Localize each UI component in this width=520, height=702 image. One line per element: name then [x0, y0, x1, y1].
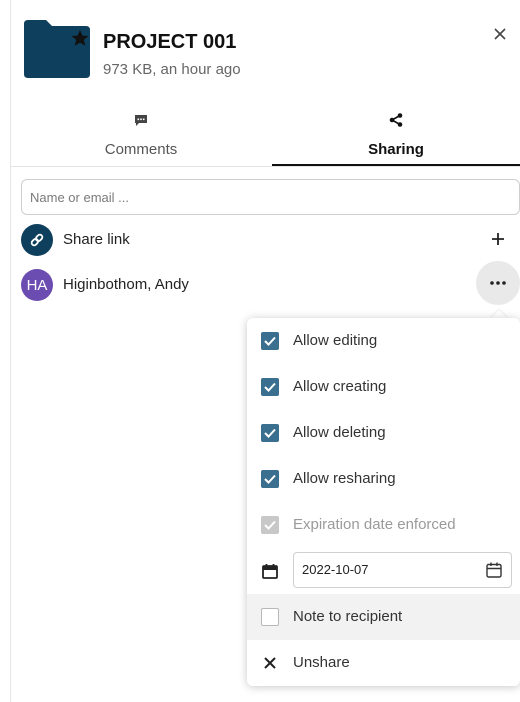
check-icon: [264, 428, 276, 438]
tab-sharing-label: Sharing: [368, 141, 424, 158]
sidebar-tabs: Comments Sharing: [10, 104, 520, 166]
menu-item-allow-creating[interactable]: Allow creating: [247, 364, 520, 410]
date-picker-icon[interactable]: [485, 561, 503, 579]
allow-deleting-checkbox[interactable]: [261, 424, 279, 442]
link-icon: [30, 233, 44, 247]
check-icon: [264, 474, 276, 484]
allow-creating-checkbox[interactable]: [261, 378, 279, 396]
share-link-row: Share link: [21, 223, 520, 257]
check-icon: [264, 520, 276, 530]
menu-item-allow-editing[interactable]: Allow editing: [247, 318, 520, 364]
allow-creating-label: Allow creating: [293, 378, 387, 395]
menu-item-allow-resharing[interactable]: Allow resharing: [247, 456, 520, 502]
tabs-divider: [10, 166, 520, 167]
share-options-button[interactable]: [476, 261, 520, 305]
close-icon: [494, 28, 506, 40]
check-icon: [264, 336, 276, 346]
share-options-menu: Allow editing Allow creating Allow delet…: [247, 318, 520, 686]
check-icon: [264, 382, 276, 392]
tab-sharing[interactable]: Sharing: [272, 104, 520, 166]
close-button[interactable]: [490, 24, 510, 44]
allow-deleting-label: Allow deleting: [293, 424, 386, 441]
note-to-recipient-checkbox[interactable]: [261, 608, 279, 626]
note-to-recipient-label: Note to recipient: [293, 608, 403, 625]
calendar-icon: [262, 564, 278, 579]
close-icon: [261, 654, 279, 672]
unshare-label: Unshare: [293, 654, 350, 671]
expiration-date-value: 2022-10-07: [302, 562, 369, 577]
avatar: HA: [21, 269, 53, 301]
share-link-label: Share link: [63, 231, 130, 248]
menu-item-expiration-enforced: Expiration date enforced: [247, 502, 520, 548]
allow-resharing-checkbox[interactable]: [261, 470, 279, 488]
file-title: PROJECT 001: [103, 31, 237, 53]
expiration-date-row: 2022-10-07: [247, 548, 520, 594]
share-icon: [389, 113, 403, 127]
menu-item-note-to-recipient[interactable]: Note to recipient: [247, 594, 520, 640]
share-entry-row: HA Higinbothom, Andy: [21, 261, 520, 305]
allow-editing-label: Allow editing: [293, 332, 378, 349]
menu-item-allow-deleting[interactable]: Allow deleting: [247, 410, 520, 456]
allow-resharing-label: Allow resharing: [293, 470, 396, 487]
file-meta: 973 KB, an hour ago: [103, 61, 241, 78]
add-share-link-button[interactable]: [488, 229, 508, 249]
plus-icon: [492, 233, 504, 245]
more-icon: [490, 281, 506, 285]
allow-editing-checkbox[interactable]: [261, 332, 279, 350]
tab-comments[interactable]: Comments: [10, 104, 272, 166]
share-link-avatar: [21, 224, 53, 256]
expiration-enforced-checkbox: [261, 516, 279, 534]
share-user-name: Higinbothom, Andy: [63, 276, 189, 293]
menu-item-unshare[interactable]: Unshare: [247, 640, 520, 686]
comment-icon: [135, 115, 147, 126]
folder-icon: [24, 20, 90, 78]
tab-comments-label: Comments: [104, 141, 178, 158]
share-search-input[interactable]: [21, 179, 520, 215]
expiration-date-input[interactable]: 2022-10-07: [293, 552, 512, 588]
expiration-enforced-label: Expiration date enforced: [293, 516, 456, 533]
